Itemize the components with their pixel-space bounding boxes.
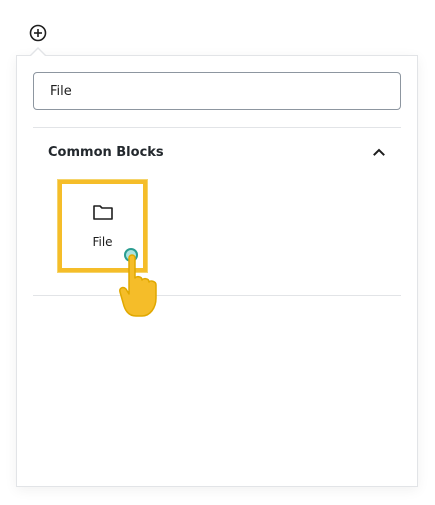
block-label: File [92,235,113,249]
plus-circle-icon [29,24,47,42]
folder-icon [91,200,115,224]
chevron-up-icon [371,144,387,160]
block-search-input[interactable] [33,72,401,110]
divider [33,295,401,296]
add-block-button[interactable] [27,22,49,44]
common-blocks-panel-toggle[interactable]: Common Blocks [33,128,401,176]
panel-title: Common Blocks [48,144,164,160]
pointer-hand-icon [119,254,157,317]
